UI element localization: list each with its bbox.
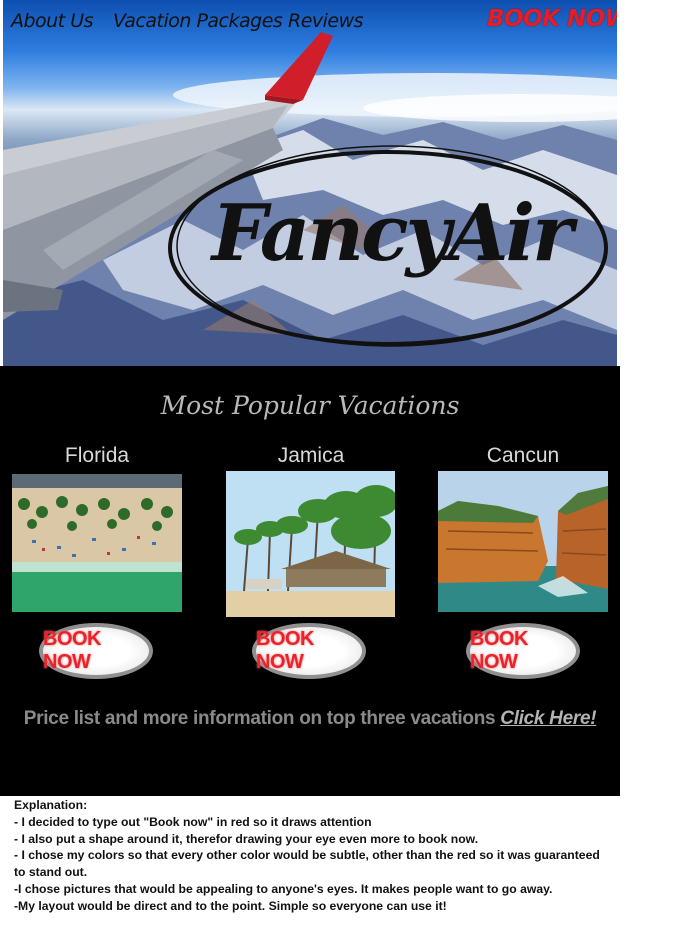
explanation-block: Explanation: - I decided to type out "Bo…: [14, 797, 614, 915]
logo: FancyAir: [163, 140, 617, 360]
explanation-line: -I chose pictures that would be appealin…: [14, 881, 553, 896]
logo-text: FancyAir: [211, 188, 573, 279]
book-now-label: BOOK NOW: [470, 628, 529, 673]
book-now-header-button[interactable]: BOOK NOW: [487, 6, 617, 32]
explanation-heading: Explanation:: [14, 798, 88, 812]
destination-name-florida: Florida: [64, 444, 130, 467]
section-title: Most Popular Vacations: [160, 391, 460, 420]
destination-name-jamica: Jamica: [277, 444, 345, 467]
price-list-label: Price list and more information on top t…: [23, 708, 501, 729]
explanation-line: - I chose my colors so that every other …: [14, 848, 600, 863]
book-now-florida-button[interactable]: BOOK NOW: [39, 623, 153, 679]
click-here-link[interactable]: Click Here!: [500, 708, 596, 729]
explanation-line: - I decided to type out "Book now" in re…: [14, 814, 372, 829]
book-now-cancun-button[interactable]: BOOK NOW: [466, 623, 580, 679]
nav-about-us[interactable]: About Us: [11, 10, 94, 32]
explanation-line: - I also put a shape around it, therefor…: [14, 831, 479, 846]
florida-beach-photo[interactable]: [12, 474, 182, 612]
nav-vacation-packages[interactable]: Vacation Packages: [113, 10, 283, 32]
hero-banner: About Us Vacation Packages Reviews BOOK …: [3, 0, 617, 366]
book-now-label: BOOK NOW: [43, 628, 102, 673]
destination-name-cancun: Cancun: [486, 444, 560, 467]
popular-vacations-section: Most Popular Vacations Florida BOOK NOW …: [0, 366, 620, 796]
explanation-line: -My layout would be direct and to the po…: [14, 898, 447, 913]
price-list-text: Price list and more information on top t…: [0, 708, 620, 730]
jamica-beach-hut-photo[interactable]: [226, 471, 395, 617]
book-now-label: BOOK NOW: [256, 628, 315, 673]
nav-reviews[interactable]: Reviews: [288, 10, 364, 32]
book-now-jamica-button[interactable]: BOOK NOW: [252, 623, 366, 679]
explanation-line: to stand out.: [14, 865, 88, 880]
cancun-cliffs-photo[interactable]: [438, 471, 608, 612]
